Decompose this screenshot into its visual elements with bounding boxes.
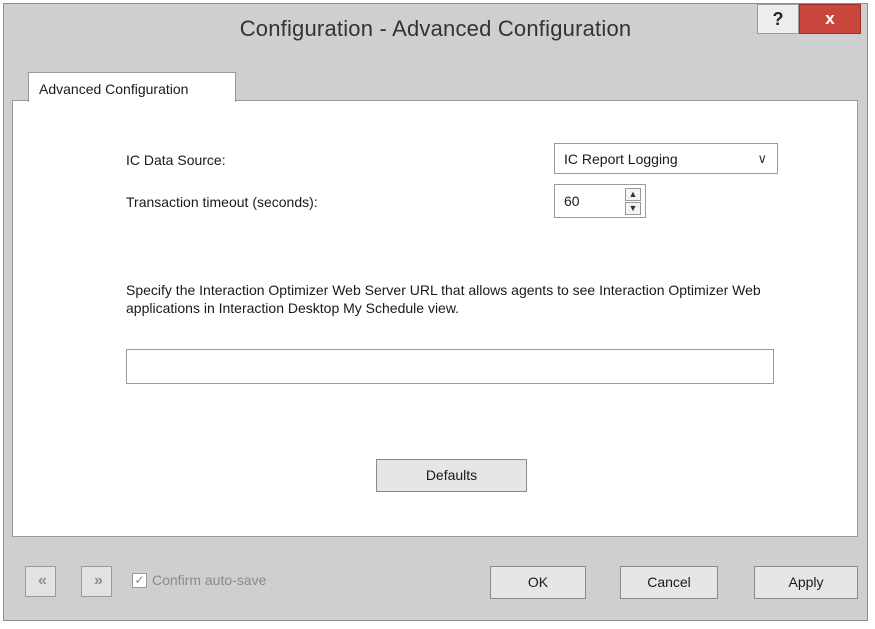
timeout-stepper[interactable]: 60 ▲ ▼ bbox=[554, 184, 646, 218]
confirm-auto-save-checkbox[interactable]: ✓ bbox=[132, 573, 147, 588]
title-bar[interactable]: Configuration - Advanced Configuration ?… bbox=[4, 4, 867, 52]
close-icon: x bbox=[825, 9, 835, 28]
spin-down-icon[interactable]: ▼ bbox=[625, 202, 641, 215]
window-title: Configuration - Advanced Configuration bbox=[239, 16, 632, 41]
help-button[interactable]: ? bbox=[757, 4, 799, 34]
double-right-icon: » bbox=[94, 572, 103, 589]
tab-panel: IC Data Source: IC Report Logging ∨ Tran… bbox=[12, 100, 858, 537]
question-icon: ? bbox=[772, 9, 784, 29]
apply-button[interactable]: Apply bbox=[754, 566, 858, 599]
close-button[interactable]: x bbox=[799, 4, 861, 34]
chevron-down-icon: ∨ bbox=[757, 151, 767, 166]
cancel-button[interactable]: Cancel bbox=[620, 566, 718, 599]
previous-button[interactable]: « bbox=[25, 566, 56, 597]
next-button[interactable]: » bbox=[81, 566, 112, 597]
dialog-window: Configuration - Advanced Configuration ?… bbox=[3, 3, 868, 621]
confirm-auto-save-label: Confirm auto-save bbox=[152, 572, 267, 588]
defaults-button[interactable]: Defaults bbox=[376, 459, 527, 492]
tab-advanced-configuration[interactable]: Advanced Configuration bbox=[28, 72, 236, 102]
spin-up-icon[interactable]: ▲ bbox=[625, 188, 641, 201]
timeout-value: 60 bbox=[564, 193, 580, 209]
ok-button[interactable]: OK bbox=[490, 566, 586, 599]
data-source-label: IC Data Source: bbox=[126, 152, 226, 168]
web-server-url-input[interactable] bbox=[126, 349, 774, 384]
url-description: Specify the Interaction Optimizer Web Se… bbox=[126, 282, 761, 316]
double-left-icon: « bbox=[38, 572, 47, 589]
timeout-label: Transaction timeout (seconds): bbox=[126, 194, 318, 210]
data-source-select[interactable]: IC Report Logging ∨ bbox=[554, 143, 778, 174]
checkmark-icon: ✓ bbox=[134, 573, 145, 587]
data-source-value: IC Report Logging bbox=[564, 151, 678, 167]
